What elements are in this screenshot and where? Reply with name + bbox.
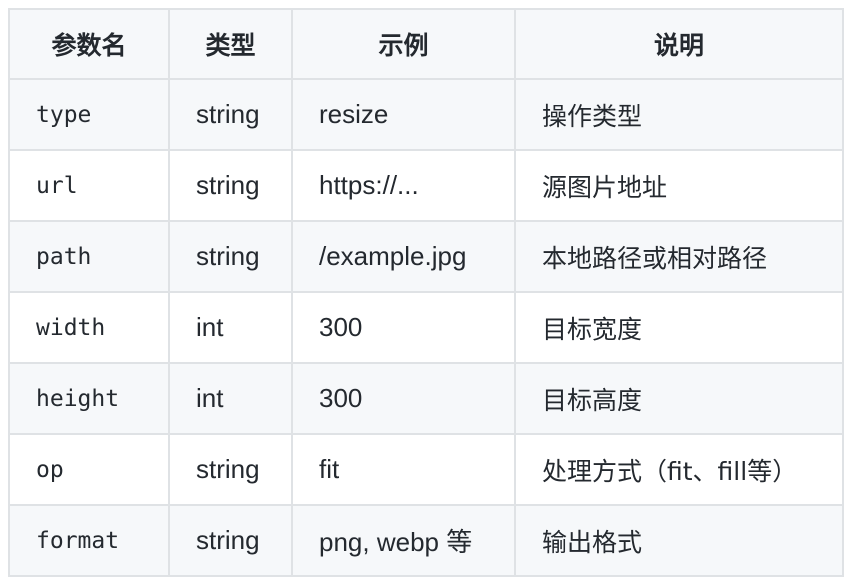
header-param-name: 参数名 [8,8,170,80]
table-header-row: 参数名 类型 示例 说明 [8,8,844,80]
description-cell: 目标高度 [514,362,844,435]
param-name-cell: url [8,149,170,222]
type-cell: string [168,149,293,222]
param-name-cell: height [8,362,170,435]
header-description: 说明 [514,8,844,80]
example-cell: png, webp 等 [291,504,516,577]
param-name-cell: format [8,504,170,577]
header-type: 类型 [168,8,293,80]
example-cell: 300 [291,291,516,364]
type-cell: int [168,291,293,364]
description-cell: 操作类型 [514,78,844,151]
type-cell: string [168,504,293,577]
type-cell: string [168,220,293,293]
table-row: height int 300 目标高度 [8,362,844,435]
table-row: url string https://... 源图片地址 [8,149,844,222]
description-cell: 输出格式 [514,504,844,577]
table-row: op string fit 处理方式（fit、fill等） [8,433,844,506]
parameter-table: 参数名 类型 示例 说明 type string resize 操作类型 url… [8,8,844,577]
type-cell: int [168,362,293,435]
table-row: path string /example.jpg 本地路径或相对路径 [8,220,844,293]
description-cell: 处理方式（fit、fill等） [514,433,844,506]
type-cell: string [168,433,293,506]
example-cell: 300 [291,362,516,435]
param-name-cell: width [8,291,170,364]
table-row: type string resize 操作类型 [8,78,844,151]
type-cell: string [168,78,293,151]
description-cell: 源图片地址 [514,149,844,222]
example-cell: https://... [291,149,516,222]
example-cell: /example.jpg [291,220,516,293]
param-name-cell: op [8,433,170,506]
param-name-cell: type [8,78,170,151]
param-name-cell: path [8,220,170,293]
description-cell: 本地路径或相对路径 [514,220,844,293]
table-row: width int 300 目标宽度 [8,291,844,364]
example-cell: resize [291,78,516,151]
example-cell: fit [291,433,516,506]
description-cell: 目标宽度 [514,291,844,364]
header-example: 示例 [291,8,516,80]
table-row: format string png, webp 等 输出格式 [8,504,844,577]
